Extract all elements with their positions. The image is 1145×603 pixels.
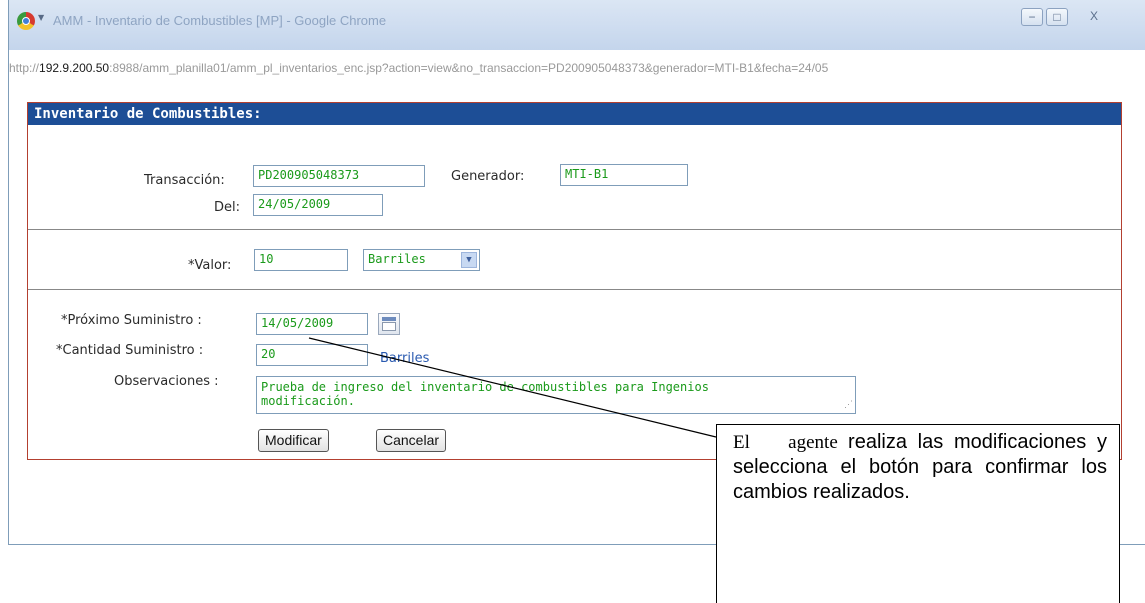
section-divider — [28, 289, 1121, 290]
observaciones-textarea[interactable]: Prueba de ingreso del inventario de comb… — [256, 376, 856, 414]
generador-label: Generador: — [451, 169, 525, 184]
cancelar-button[interactable]: Cancelar — [376, 429, 447, 452]
transaccion-field[interactable]: PD200905048373 — [253, 165, 425, 187]
proximo-suministro-date-field[interactable]: 14/05/2009 — [256, 313, 368, 335]
maximize-button[interactable]: □ — [1046, 8, 1068, 26]
url-prefix: http:// — [9, 61, 40, 75]
section-divider — [28, 229, 1121, 230]
del-date-field[interactable]: 24/05/2009 — [253, 194, 383, 216]
title-bar: ▼ AMM - Inventario de Combustibles [MP] … — [9, 0, 1145, 50]
cantidad-suministro-label: *Cantidad Suministro : — [56, 343, 204, 358]
chevron-down-icon[interactable]: ▼ — [461, 252, 477, 268]
unit-select[interactable]: Barriles ▼ — [363, 249, 480, 271]
valor-field[interactable]: 10 — [254, 249, 348, 271]
observaciones-line-1: Prueba de ingreso del inventario de comb… — [261, 380, 709, 394]
unit-select-value: Barriles — [368, 252, 426, 266]
window-title: AMM - Inventario de Combustibles [MP] - … — [53, 13, 387, 28]
calendar-icon-header — [382, 317, 396, 321]
close-button[interactable]: X — [1077, 8, 1111, 26]
resize-handle-icon[interactable]: ⋰ — [844, 398, 853, 412]
cantidad-suministro-field[interactable]: 20 — [256, 344, 368, 366]
observaciones-line-2: modificación. — [261, 394, 355, 408]
url-text[interactable]: http://192.9.200.50:8988/amm_planilla01/… — [9, 61, 828, 75]
calendar-icon[interactable] — [378, 313, 400, 335]
cantidad-unit-label: Barriles — [380, 351, 430, 366]
minimize-button[interactable]: − — [1021, 8, 1043, 26]
address-bar[interactable]: http://192.9.200.50:8988/amm_planilla01/… — [9, 58, 1145, 80]
del-label: Del: — [214, 200, 240, 215]
observaciones-label: Observaciones : — [114, 374, 219, 389]
url-host: 192.9.200.50 — [39, 61, 110, 75]
chrome-logo-icon[interactable] — [17, 12, 35, 30]
form-header: Inventario de Combustibles: — [28, 103, 1121, 125]
annotation-word-1: El — [733, 432, 750, 453]
transaccion-label: Transacción: — [144, 173, 225, 188]
generador-field[interactable]: MTI-B1 — [560, 164, 688, 186]
modificar-button[interactable]: Modificar — [258, 429, 329, 452]
inventory-form-panel: Inventario de Combustibles: Transacción:… — [27, 102, 1122, 460]
calendar-icon-grid — [382, 322, 396, 331]
annotation-callout: El agente realiza las modificaciones y s… — [716, 424, 1120, 603]
window-menu-arrow-icon[interactable]: ▼ — [38, 13, 44, 22]
url-path: :8988/amm_planilla01/amm_pl_inventarios_… — [109, 61, 829, 75]
annotation-word-2: agente — [788, 432, 838, 453]
proximo-suministro-label: *Próximo Suministro : — [61, 313, 202, 328]
valor-label: *Valor: — [188, 258, 232, 273]
